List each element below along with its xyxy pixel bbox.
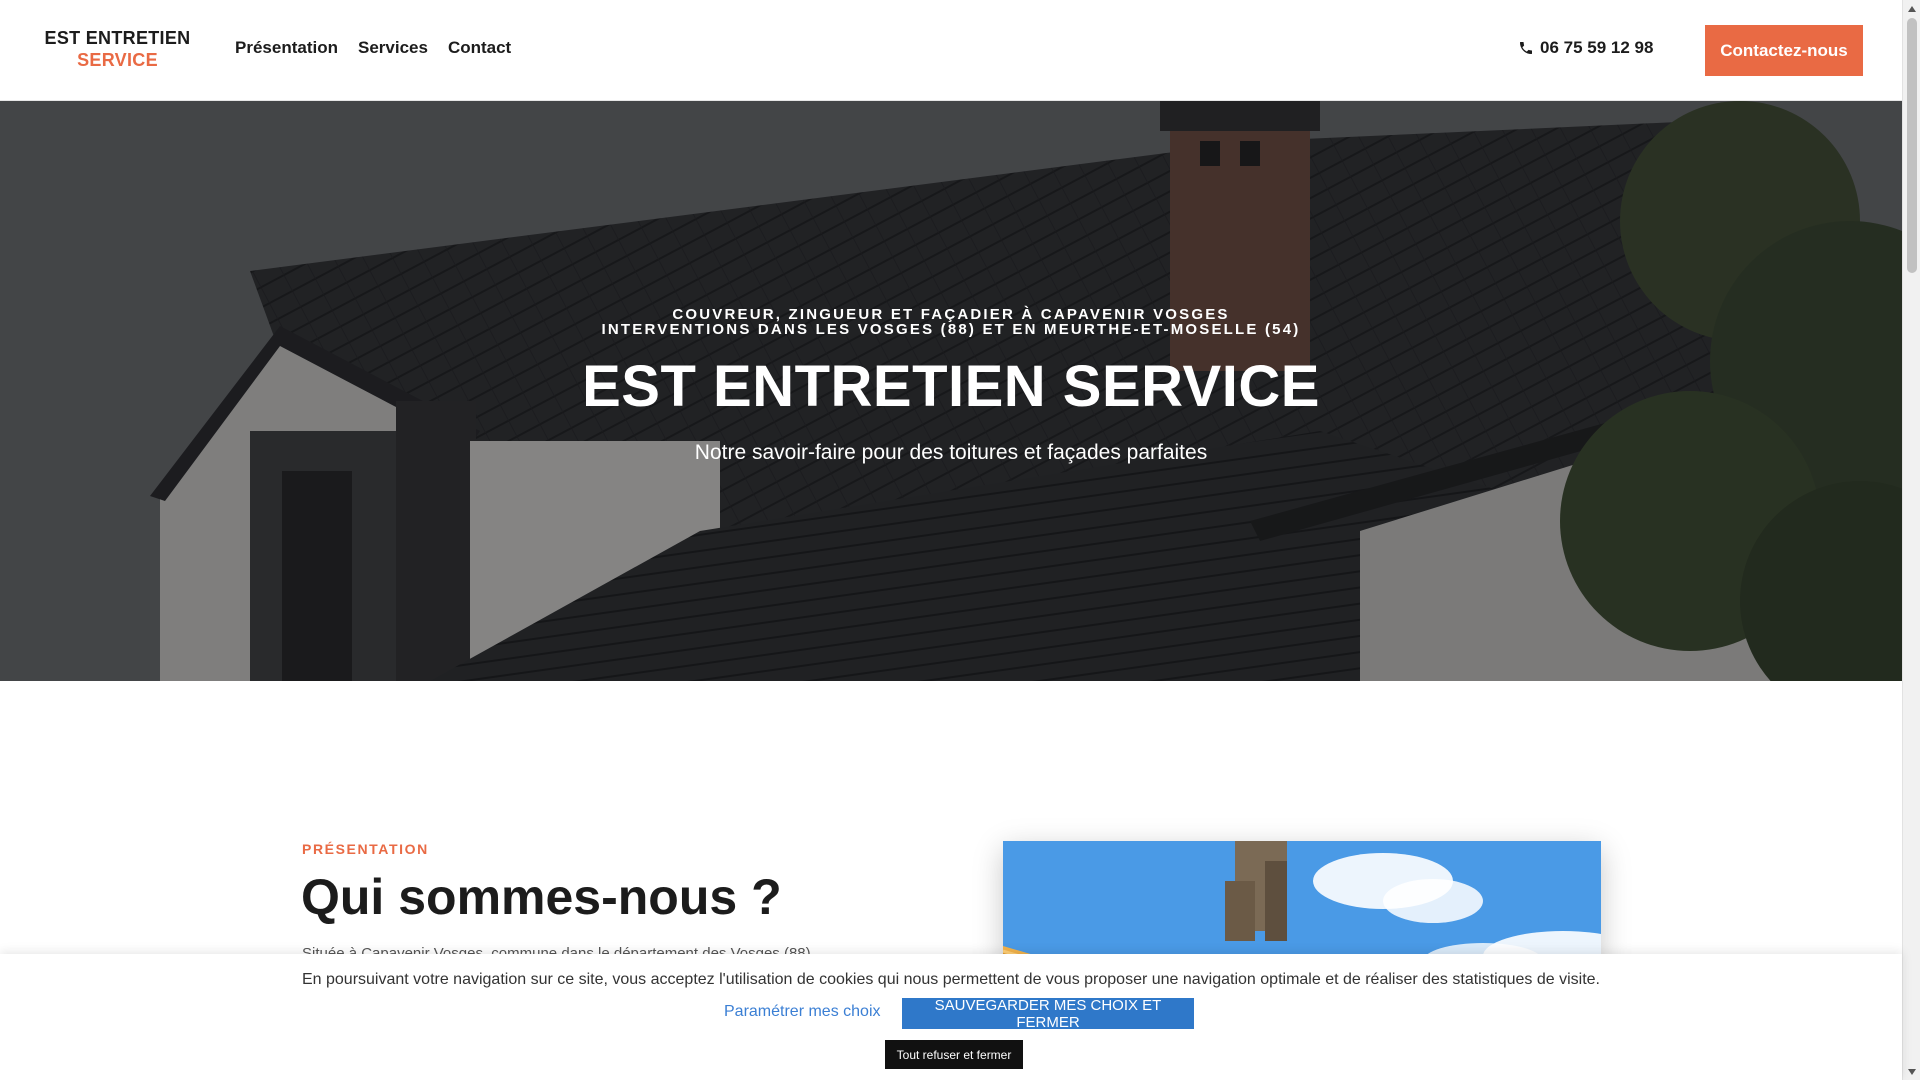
cookie-consent-text: En poursuivant votre navigation sur ce s… xyxy=(301,971,1600,988)
save-choices-button[interactable]: SAUVEGARDER MES CHOIX ET FERMER xyxy=(902,997,1194,1031)
site-header: EST ENTRETIEN SERVICE Présentation Servi… xyxy=(0,0,1902,101)
phone-link[interactable]: 06 75 59 12 98 xyxy=(1518,38,1653,58)
main-nav: Présentation Services Contact xyxy=(235,38,531,58)
phone-number: 06 75 59 12 98 xyxy=(1540,38,1654,57)
nav-link-services[interactable]: Services xyxy=(358,38,428,58)
phone-icon xyxy=(1520,42,1532,54)
nav-link-contact[interactable]: Contact xyxy=(448,38,511,58)
nav-link-presentation[interactable]: Présentation xyxy=(235,38,338,58)
hero-kicker-line-2: INTERVENTIONS DANS LES VOSGES (88) ET EN… xyxy=(601,321,1301,338)
cookie-settings-link[interactable]: Paramétrer mes choix xyxy=(724,1003,881,1021)
scroll-up-arrow-icon[interactable] xyxy=(1903,0,1920,17)
scrollbar-thumb[interactable] xyxy=(1907,18,1917,273)
logo-line-2: SERVICE xyxy=(77,50,158,70)
section-title: Qui sommes-nous ? xyxy=(301,869,782,925)
site-logo[interactable]: EST ENTRETIEN SERVICE xyxy=(40,27,195,71)
hero-banner: COUVREUR, ZINGUEUR ET FAÇADIER À CAPAVEN… xyxy=(0,101,1902,681)
page-scrollbar[interactable] xyxy=(1902,0,1920,1080)
hero-subtitle: Notre savoir-faire pour des toitures et … xyxy=(694,441,1208,464)
hero-title: EST ENTRETIEN SERVICE xyxy=(582,354,1320,419)
refuse-all-button[interactable]: Tout refuser et fermer xyxy=(885,1040,1023,1069)
cookie-consent-banner: En poursuivant votre navigation sur ce s… xyxy=(0,954,1902,1080)
hero-content: COUVREUR, ZINGUEUR ET FAÇADIER À CAPAVEN… xyxy=(0,101,1902,681)
logo-line-1: EST ENTRETIEN xyxy=(44,28,191,48)
hero-kicker-line-1: COUVREUR, ZINGUEUR ET FAÇADIER À CAPAVEN… xyxy=(672,306,1230,323)
section-label: PRÉSENTATION xyxy=(302,841,429,857)
scroll-down-arrow-icon[interactable] xyxy=(1903,1063,1920,1080)
contact-us-button[interactable]: Contactez-nous xyxy=(1705,25,1863,76)
